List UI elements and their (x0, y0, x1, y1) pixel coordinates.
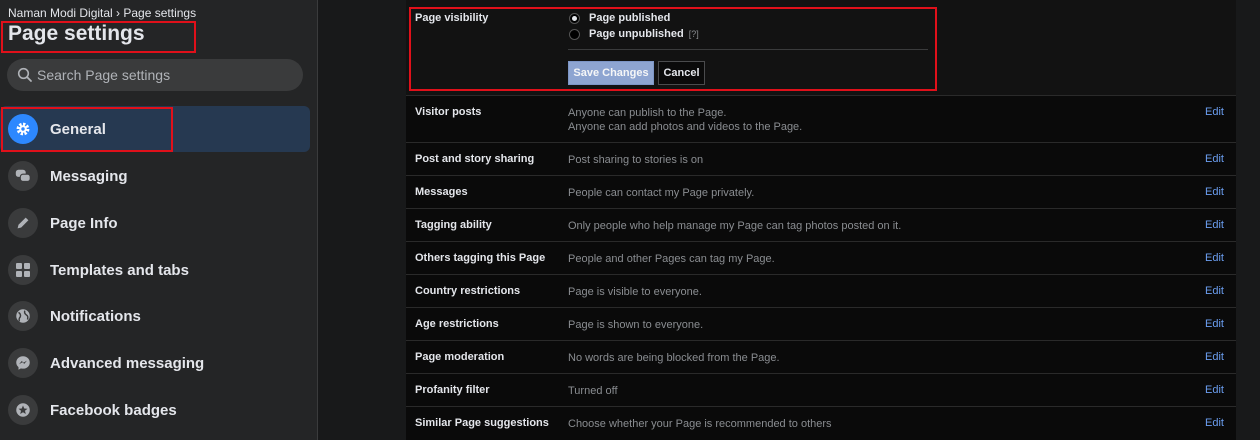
setting-label: Visitor posts (415, 106, 482, 118)
messenger-icon (8, 348, 38, 378)
gear-icon (8, 114, 38, 144)
setting-row-page-moderation: Page moderation No words are being block… (406, 340, 1236, 373)
pencil-icon (8, 208, 38, 238)
setting-label: Similar Page suggestions (415, 417, 549, 429)
setting-description: People can contact my Page privately. (568, 187, 755, 199)
setting-label: Page moderation (415, 351, 505, 363)
sidebar-item-messaging[interactable]: Messaging (0, 153, 310, 199)
save-changes-button[interactable]: Save Changes (568, 61, 654, 85)
page-unpublished-label: Page unpublished (589, 28, 684, 40)
sidebar-item-facebook-badges[interactable]: Facebook badges (0, 387, 310, 433)
setting-row-country-restrictions: Country restrictions Page is visible to … (406, 274, 1236, 307)
edit-link[interactable]: Edit (1205, 351, 1224, 363)
sidebar-item-label: Facebook badges (50, 401, 177, 419)
setting-row-messages: Messages People can contact my Page priv… (406, 175, 1236, 208)
edit-link[interactable]: Edit (1205, 318, 1224, 330)
setting-description: Anyone can add photos and videos to the … (568, 121, 803, 133)
setting-label: Post and story sharing (415, 153, 535, 165)
setting-row-post-and-story-sharing: Post and story sharing Post sharing to s… (406, 142, 1236, 175)
grid-icon (8, 255, 38, 285)
sidebar-item-label: Templates and tabs (50, 261, 189, 279)
general-settings-panel: Page visibility Page published Page unpu… (406, 0, 1236, 440)
page-published-option[interactable]: Page published (569, 12, 670, 24)
settings-sidebar: Naman Modi Digital › Page settings Page … (0, 0, 318, 440)
setting-row-others-tagging: Others tagging this Page People and othe… (406, 241, 1236, 274)
edit-link[interactable]: Edit (1205, 285, 1224, 297)
globe-icon (8, 301, 38, 331)
sidebar-item-general[interactable]: General (0, 106, 310, 152)
edit-link[interactable]: Edit (1205, 106, 1224, 118)
cancel-button[interactable]: Cancel (658, 61, 705, 85)
setting-label: Age restrictions (415, 318, 499, 330)
search-bar[interactable] (7, 59, 303, 91)
setting-row-visitor-posts: Visitor posts Anyone can publish to the … (406, 95, 1236, 142)
edit-link[interactable]: Edit (1205, 417, 1224, 429)
edit-link[interactable]: Edit (1205, 153, 1224, 165)
sidebar-item-notifications[interactable]: Notifications (0, 293, 310, 339)
help-link[interactable]: [?] (689, 29, 699, 39)
setting-label: Country restrictions (415, 285, 521, 297)
scrollbar[interactable] (1236, 0, 1260, 440)
setting-label: Messages (415, 186, 468, 198)
sidebar-item-label: Notifications (50, 307, 141, 325)
sidebar-item-templates-and-tabs[interactable]: Templates and tabs (0, 247, 310, 293)
search-input[interactable] (37, 67, 287, 83)
setting-row-age-restrictions: Age restrictions Page is shown to everyo… (406, 307, 1236, 340)
setting-description: Page is shown to everyone. (568, 319, 704, 331)
breadcrumb[interactable]: Naman Modi Digital › Page settings (8, 6, 196, 20)
chat-bubbles-icon (8, 161, 38, 191)
setting-label: Profanity filter (415, 384, 490, 396)
edit-link[interactable]: Edit (1205, 384, 1224, 396)
sidebar-item-label: Page Info (50, 214, 118, 232)
setting-description: Only people who help manage my Page can … (568, 220, 902, 232)
edit-link[interactable]: Edit (1205, 186, 1224, 198)
setting-label: Tagging ability (415, 219, 492, 231)
sidebar-item-label: General (50, 120, 106, 138)
star-badge-icon (8, 395, 38, 425)
edit-link[interactable]: Edit (1205, 219, 1224, 231)
page-published-label: Page published (589, 12, 671, 24)
radio-page-published[interactable] (569, 12, 580, 24)
sidebar-item-label: Messaging (50, 167, 128, 185)
setting-description: Post sharing to stories is on (568, 154, 704, 166)
sidebar-item-advanced-messaging[interactable]: Advanced messaging (0, 340, 310, 386)
page-unpublished-option[interactable]: Page unpublished [?] (569, 28, 699, 40)
setting-description: Page is visible to everyone. (568, 286, 702, 298)
page-visibility-section: Page visibility Page published Page unpu… (406, 0, 1236, 95)
divider (568, 49, 928, 50)
setting-description: No words are being blocked from the Page… (568, 352, 780, 364)
page-visibility-label: Page visibility (415, 12, 489, 24)
setting-row-tagging-ability: Tagging ability Only people who help man… (406, 208, 1236, 241)
sidebar-item-label: Advanced messaging (50, 354, 205, 372)
setting-description: People and other Pages can tag my Page. (568, 253, 775, 265)
setting-label: Others tagging this Page (415, 252, 546, 264)
setting-description: Anyone can publish to the Page. (568, 107, 727, 119)
setting-row-similar-page-suggestions: Similar Page suggestions Choose whether … (406, 406, 1236, 440)
radio-page-unpublished[interactable] (569, 28, 580, 40)
setting-description: Turned off (568, 385, 618, 397)
setting-description: Choose whether your Page is recommended … (568, 418, 832, 430)
search-icon (17, 67, 32, 82)
sidebar-item-page-info[interactable]: Page Info (0, 200, 310, 246)
page-title: Page settings (8, 22, 145, 45)
edit-link[interactable]: Edit (1205, 252, 1224, 264)
setting-row-profanity-filter: Profanity filter Turned off Edit (406, 373, 1236, 406)
